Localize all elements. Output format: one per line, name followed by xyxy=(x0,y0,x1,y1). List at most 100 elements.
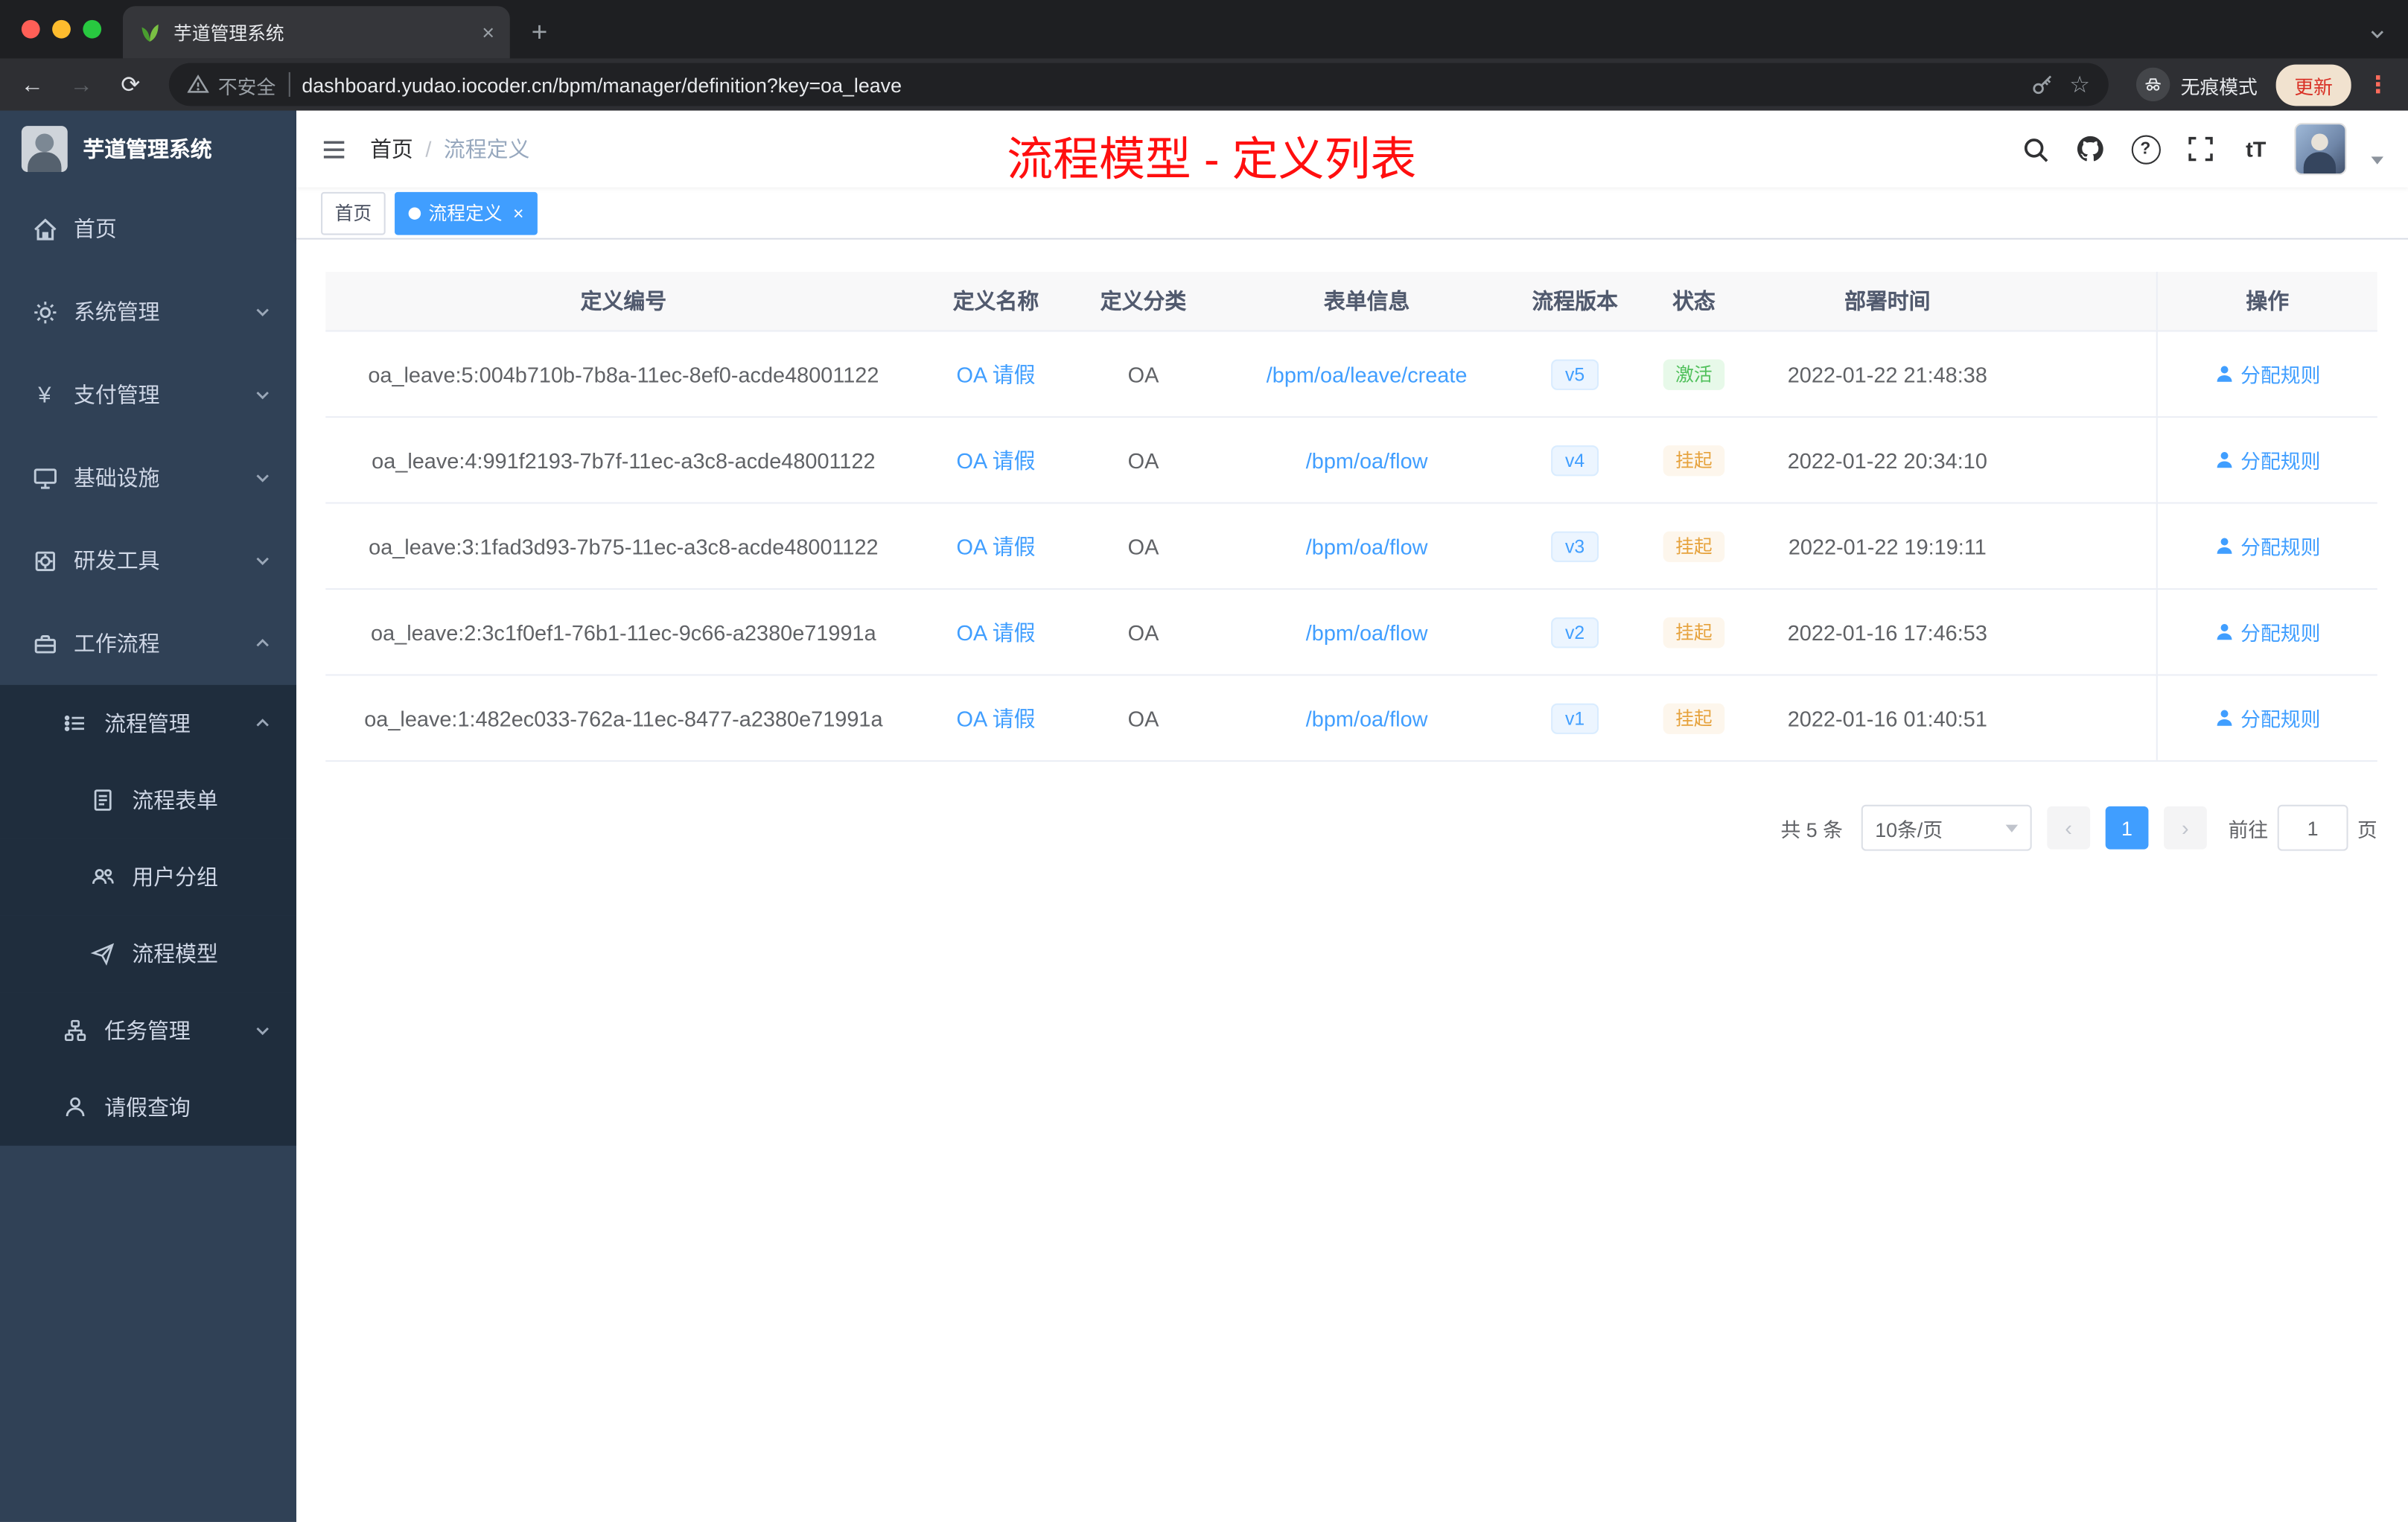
definition-category: OA xyxy=(1127,705,1159,730)
divider xyxy=(287,71,290,97)
sidebar-item-home[interactable]: 首页 xyxy=(0,188,296,270)
security-label: 不安全 xyxy=(217,76,276,98)
sidebar-logo[interactable]: 芋道管理系统 xyxy=(0,111,296,188)
font-size-icon[interactable]: tT xyxy=(2239,132,2272,165)
back-button[interactable]: ← xyxy=(13,65,53,105)
sidebar-item-payment[interactable]: ¥ 支付管理 xyxy=(0,353,296,436)
sidebar-item-process-form[interactable]: 流程表单 xyxy=(0,762,297,839)
tag-close-icon[interactable]: × xyxy=(513,202,523,223)
prev-page-button[interactable]: ‹ xyxy=(2047,806,2090,850)
bookmark-star-icon[interactable]: ☆ xyxy=(2069,71,2090,98)
table-row: oa_leave:3:1fad3d93-7b75-11ec-a3c8-acde4… xyxy=(325,503,2377,590)
logo-title: 芋道管理系统 xyxy=(83,136,212,162)
address-bar[interactable]: 不安全 dashboard.yudao.iocoder.cn/bpm/manag… xyxy=(168,63,2109,106)
sidebar-item-process-manage[interactable]: 流程管理 xyxy=(0,684,297,762)
page-size-value: 10条/页 xyxy=(1875,818,1943,841)
chevron-down-icon xyxy=(253,386,272,404)
version-badge: v4 xyxy=(1551,445,1599,476)
definition-name-link[interactable]: OA 请假 xyxy=(957,445,1036,475)
goto-page-input[interactable] xyxy=(2277,804,2348,851)
tab-search-icon[interactable] xyxy=(2368,25,2386,43)
form-link[interactable]: /bpm/oa/flow xyxy=(1306,706,1428,730)
zoom-window-button[interactable] xyxy=(83,19,102,39)
home-icon xyxy=(31,215,58,243)
current-page-button[interactable]: 1 xyxy=(2105,806,2149,850)
key-icon[interactable] xyxy=(2030,72,2054,97)
sidebar-item-label: 支付管理 xyxy=(74,382,160,407)
sidebar-item-infrastructure[interactable]: 基础设施 xyxy=(0,436,296,519)
navbar: 首页 / 流程定义 流程模型 - 定义列表 ? tT xyxy=(296,110,2408,188)
update-label: 更新 xyxy=(2294,76,2333,98)
version-badge: v5 xyxy=(1551,358,1599,389)
minimize-window-button[interactable] xyxy=(52,19,71,39)
process-model-icon xyxy=(89,940,117,967)
sidebar-item-process-model[interactable]: 流程模型 xyxy=(0,915,297,993)
sidebar-item-dev-tools[interactable]: 研发工具 xyxy=(0,519,296,602)
caret-down-icon[interactable] xyxy=(2371,156,2383,164)
table-row: oa_leave:4:991f2193-7b7f-11ec-a3c8-acde4… xyxy=(325,418,2377,504)
warning-icon xyxy=(187,74,209,95)
browser-tab[interactable]: 芋道管理系统 × xyxy=(123,6,510,59)
form-link[interactable]: /bpm/oa/flow xyxy=(1306,534,1428,558)
definition-category: OA xyxy=(1127,448,1159,473)
active-dot xyxy=(408,206,421,219)
form-link[interactable]: /bpm/oa/flow xyxy=(1306,620,1428,644)
pagination: 共 5 条 10条/页 ‹ 1 › 前往 页 xyxy=(325,804,2377,851)
sidebar-item-label: 流程模型 xyxy=(132,941,218,967)
definition-name-link[interactable]: OA 请假 xyxy=(957,617,1036,647)
form-link[interactable]: /bpm/oa/flow xyxy=(1306,448,1428,472)
browser-menu-icon[interactable]: ⋮ xyxy=(2360,71,2395,98)
sidebar-item-workflow[interactable]: 工作流程 xyxy=(0,602,296,685)
logo-avatar xyxy=(21,126,68,172)
search-icon[interactable] xyxy=(2018,132,2051,165)
chevron-down-icon xyxy=(253,1022,272,1040)
deploy-time: 2022-01-22 19:19:11 xyxy=(1788,533,1987,558)
person-icon xyxy=(2217,366,2232,382)
new-tab-button[interactable]: + xyxy=(532,17,548,49)
version-badge: v1 xyxy=(1551,702,1599,733)
process-manage-icon xyxy=(62,710,89,737)
assign-rule-link[interactable]: 分配规则 xyxy=(2214,360,2320,389)
form-link[interactable]: /bpm/oa/leave/create xyxy=(1267,362,1468,386)
breadcrumb-home[interactable]: 首页 xyxy=(370,133,413,164)
tab-close-icon[interactable]: × xyxy=(482,20,494,45)
reload-button[interactable]: ⟳ xyxy=(111,65,151,105)
definition-name-link[interactable]: OA 请假 xyxy=(957,359,1036,389)
assign-rule-link[interactable]: 分配规则 xyxy=(2214,532,2320,561)
hamburger-icon[interactable] xyxy=(296,111,370,188)
sidebar-item-user-group[interactable]: 用户分组 xyxy=(0,838,297,916)
question-icon[interactable]: ? xyxy=(2129,132,2162,165)
sidebar-item-task-manage[interactable]: 任务管理 xyxy=(0,992,297,1069)
assign-rule-label: 分配规则 xyxy=(2240,363,2321,387)
sprout-icon xyxy=(138,21,162,44)
close-window-button[interactable] xyxy=(21,19,40,39)
next-page-button[interactable]: › xyxy=(2163,806,2207,850)
page-size-select[interactable]: 10条/页 xyxy=(1861,804,2032,851)
chevron-up-icon xyxy=(253,634,272,653)
definition-name-link[interactable]: OA 请假 xyxy=(957,703,1036,733)
window-controls xyxy=(0,0,123,58)
fullscreen-icon[interactable] xyxy=(2184,132,2217,165)
update-button[interactable]: 更新 xyxy=(2275,63,2351,106)
sidebar-item-label: 首页 xyxy=(74,216,117,241)
assign-rule-link[interactable]: 分配规则 xyxy=(2214,445,2320,474)
assign-rule-link[interactable]: 分配规则 xyxy=(2214,617,2320,646)
page-content: 定义编号 定义名称 定义分类 表单信息 流程版本 状态 部署时间 操作 oa_l… xyxy=(296,239,2408,1522)
definition-name-link[interactable]: OA 请假 xyxy=(957,531,1036,561)
tag-home[interactable]: 首页 xyxy=(321,191,386,235)
sidebar-menu: 首页 系统管理 ¥ 支付管理 基础设施 研发工具 工作流程 流程管理 流程表单 … xyxy=(0,188,297,1522)
chevron-down-icon xyxy=(2005,824,2019,832)
leave-query-icon xyxy=(62,1094,89,1121)
tag-process-definition[interactable]: 流程定义 × xyxy=(395,191,538,235)
definition-id: oa_leave:1:482ec033-762a-11ec-8477-a2380… xyxy=(364,705,883,730)
sidebar-item-leave-query[interactable]: 请假查询 xyxy=(0,1069,297,1146)
security-chip[interactable]: 不安全 xyxy=(187,70,276,99)
github-icon[interactable] xyxy=(2073,132,2106,165)
sidebar: 芋道管理系统 首页 系统管理 ¥ 支付管理 基础设施 研发工具 工作流程 流程管… xyxy=(0,110,297,1522)
assign-rule-link[interactable]: 分配规则 xyxy=(2214,704,2320,733)
column-header: 状态 xyxy=(1672,288,1716,313)
sidebar-item-system[interactable]: 系统管理 xyxy=(0,270,296,353)
gear-icon xyxy=(31,298,58,325)
forward-button[interactable]: → xyxy=(62,65,102,105)
avatar[interactable] xyxy=(2294,123,2347,176)
